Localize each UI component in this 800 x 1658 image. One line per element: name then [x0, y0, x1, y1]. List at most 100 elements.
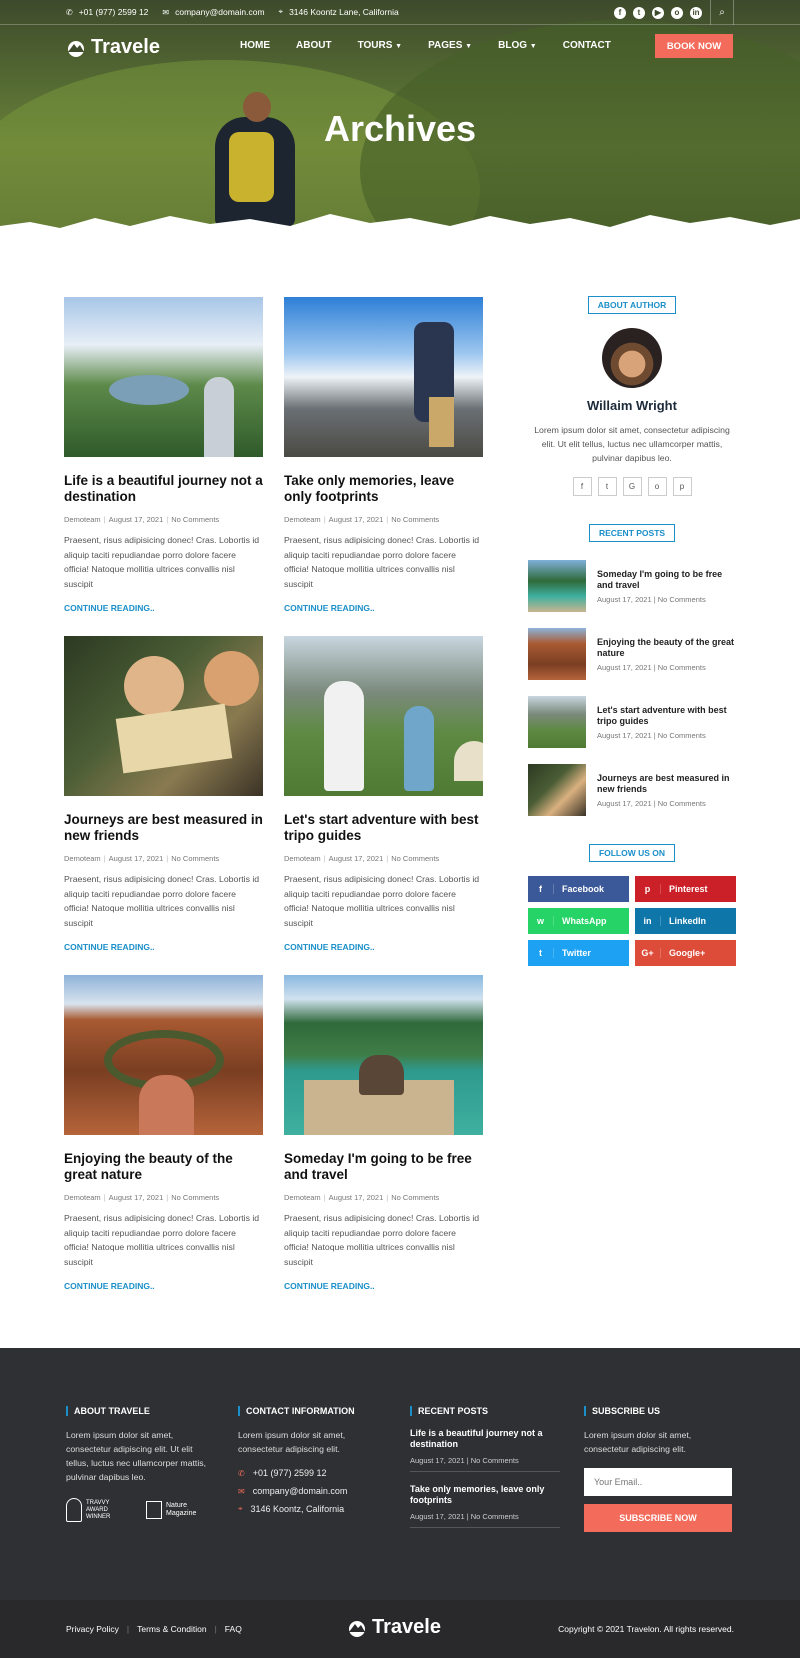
googleplus-button[interactable]: G+ Google+ [635, 940, 736, 966]
recent-posts-heading: RECENT POSTS [588, 524, 676, 542]
page-title: Archives [323, 108, 477, 149]
post-card: Someday I'm going to be free and travel … [284, 975, 483, 1291]
post-excerpt: Praesent, risus adipisicing donec! Cras.… [284, 1213, 480, 1267]
footer-phone[interactable]: +01 (977) 2599 12 [253, 1468, 327, 1478]
copyright: Copyright © 2021 Travelon. All rights re… [558, 1624, 734, 1634]
whatsapp-button[interactable]: w WhatsApp [528, 908, 629, 934]
mail-icon: ✉ [162, 7, 170, 17]
post-title[interactable]: Enjoying the beauty of the great nature [64, 1151, 263, 1183]
logo[interactable]: Travele [66, 36, 160, 59]
continue-reading-link[interactable]: CONTINUE READING.. [284, 603, 483, 613]
post-card: Let's start adventure with best tripo gu… [284, 636, 483, 952]
facebook-button[interactable]: f Facebook [528, 876, 629, 902]
author-social: f t G o p [528, 477, 736, 496]
nav-blog[interactable]: BLOG ▼ [498, 40, 537, 51]
about-author-heading: ABOUT AUTHOR [587, 296, 677, 314]
continue-reading-link[interactable]: CONTINUE READING.. [64, 1281, 263, 1291]
instagram-icon[interactable]: o [647, 477, 667, 496]
post-card: Journeys are best measured in new friend… [64, 636, 263, 952]
recent-post-thumb[interactable] [528, 696, 586, 748]
topbar-email[interactable]: company@domain.com [175, 7, 264, 17]
continue-reading-link[interactable]: CONTINUE READING.. [64, 942, 263, 952]
recent-post[interactable]: Someday I'm going to be free and travel A… [528, 560, 736, 612]
nav-about[interactable]: ABOUT [296, 40, 332, 51]
googleplus-icon: G+ [635, 948, 661, 958]
chevron-down-icon: ▼ [465, 43, 473, 50]
chevron-down-icon: ▼ [395, 43, 403, 50]
recent-post[interactable]: Enjoying the beauty of the great nature A… [528, 628, 736, 680]
follow-buttons: f Facebook p Pinterest w WhatsApp in LinkedI… [528, 876, 736, 966]
post-title[interactable]: Journeys are best measured in new friend… [64, 812, 263, 844]
instagram-icon[interactable]: o [671, 6, 683, 19]
pinterest-icon[interactable]: p [672, 477, 692, 496]
sidebar: ABOUT AUTHOR Willaim Wright Lorem ipsum … [528, 296, 736, 966]
post-meta: Demoteam | August 17, 2021 | No Comments [64, 515, 220, 524]
pinterest-icon: p [635, 884, 661, 894]
post-title[interactable]: Take only memories, leave only footprint… [284, 473, 483, 505]
post-image[interactable] [284, 636, 483, 796]
terms-link[interactable]: Terms & Condition [137, 1624, 206, 1634]
pinterest-button[interactable]: p Pinterest [635, 876, 736, 902]
whatsapp-icon: w [528, 916, 554, 926]
facebook-icon: f [528, 884, 554, 894]
book-now-button[interactable]: BOOK NOW [655, 34, 733, 58]
google-icon[interactable]: G [622, 477, 642, 496]
recent-post-thumb[interactable] [528, 764, 586, 816]
post-title[interactable]: Life is a beautiful journey not a destin… [64, 473, 263, 505]
nav-pages[interactable]: PAGES ▼ [428, 40, 472, 51]
post-meta: Demoteam | August 17, 2021 | No Comments [284, 1193, 440, 1202]
post-meta: Demoteam | August 17, 2021 | No Comments [64, 854, 220, 863]
post-image[interactable] [284, 297, 483, 457]
magazine-icon [146, 1501, 162, 1519]
continue-reading-link[interactable]: CONTINUE READING.. [284, 942, 483, 952]
facebook-icon[interactable]: f [572, 477, 592, 496]
recent-post-thumb[interactable] [528, 628, 586, 680]
footer-post-title[interactable]: Take only memories, leave only footprint… [410, 1484, 560, 1506]
continue-reading-link[interactable]: CONTINUE READING.. [64, 603, 263, 613]
twitter-icon: t [528, 948, 554, 958]
post-card: Life is a beautiful journey not a destin… [64, 297, 263, 613]
post-title[interactable]: Let's start adventure with best tripo gu… [284, 812, 483, 844]
recent-post[interactable]: Journeys are best measured in new friend… [528, 764, 736, 816]
post-excerpt: Praesent, risus adipisicing donec! Cras.… [64, 1213, 260, 1267]
recent-post-thumb[interactable] [528, 560, 586, 612]
post-image[interactable] [284, 975, 483, 1135]
twitter-icon[interactable]: t [633, 6, 645, 19]
footer-post-title[interactable]: Life is a beautiful journey not a destin… [410, 1428, 560, 1450]
avatar [602, 328, 662, 388]
nav-home[interactable]: HOME [240, 40, 270, 51]
post-image[interactable] [64, 975, 263, 1135]
post-image[interactable] [64, 636, 263, 796]
post-image[interactable] [64, 297, 263, 457]
top-bar: ✆ +01 (977) 2599 12 ✉ company@domain.com ⌖… [0, 0, 800, 25]
subscribe-button[interactable]: SUBSCRIBE NOW [584, 1504, 732, 1532]
recent-post[interactable]: Let's start adventure with best tripo gu… [528, 696, 736, 748]
footer-email[interactable]: company@domain.com [253, 1486, 348, 1496]
topbar-address: 3146 Koontz Lane, California [289, 7, 399, 17]
facebook-icon[interactable]: f [614, 6, 626, 19]
topbar-phone[interactable]: +01 (977) 2599 12 [79, 7, 149, 17]
footer-recent: RECENT POSTS Life is a beautiful journey… [410, 1406, 560, 1528]
hero-banner: ✆ +01 (977) 2599 12 ✉ company@domain.com ⌖… [0, 0, 800, 244]
twitter-button[interactable]: t Twitter [528, 940, 629, 966]
email-field[interactable] [584, 1468, 732, 1496]
author-name: Willaim Wright [587, 398, 677, 413]
nav-tours[interactable]: TOURS ▼ [358, 40, 403, 51]
linkedin-icon[interactable]: in [690, 6, 702, 19]
footer-logo[interactable]: Travele [347, 1616, 441, 1639]
privacy-policy-link[interactable]: Privacy Policy [66, 1624, 119, 1634]
nav-contact[interactable]: CONTACT [563, 40, 611, 51]
post-meta: Demoteam | August 17, 2021 | No Comments [284, 515, 440, 524]
linkedin-button[interactable]: in LinkedIn [635, 908, 736, 934]
post-card: Enjoying the beauty of the great nature … [64, 975, 263, 1291]
search-icon[interactable]: ⌕ [710, 0, 734, 25]
magazine-badge: Nature Magazine [146, 1501, 206, 1519]
footer-contact: CONTACT INFORMATION Lorem ipsum dolor si… [238, 1406, 388, 1514]
youtube-icon[interactable]: ▶ [652, 6, 664, 19]
post-card: Take only memories, leave only footprint… [284, 297, 483, 613]
post-title[interactable]: Someday I'm going to be free and travel [284, 1151, 483, 1183]
twitter-icon[interactable]: t [597, 477, 617, 496]
faq-link[interactable]: FAQ [225, 1624, 242, 1634]
continue-reading-link[interactable]: CONTINUE READING.. [284, 1281, 483, 1291]
footer-about: ABOUT TRAVELE Lorem ipsum dolor sit amet… [66, 1406, 216, 1522]
